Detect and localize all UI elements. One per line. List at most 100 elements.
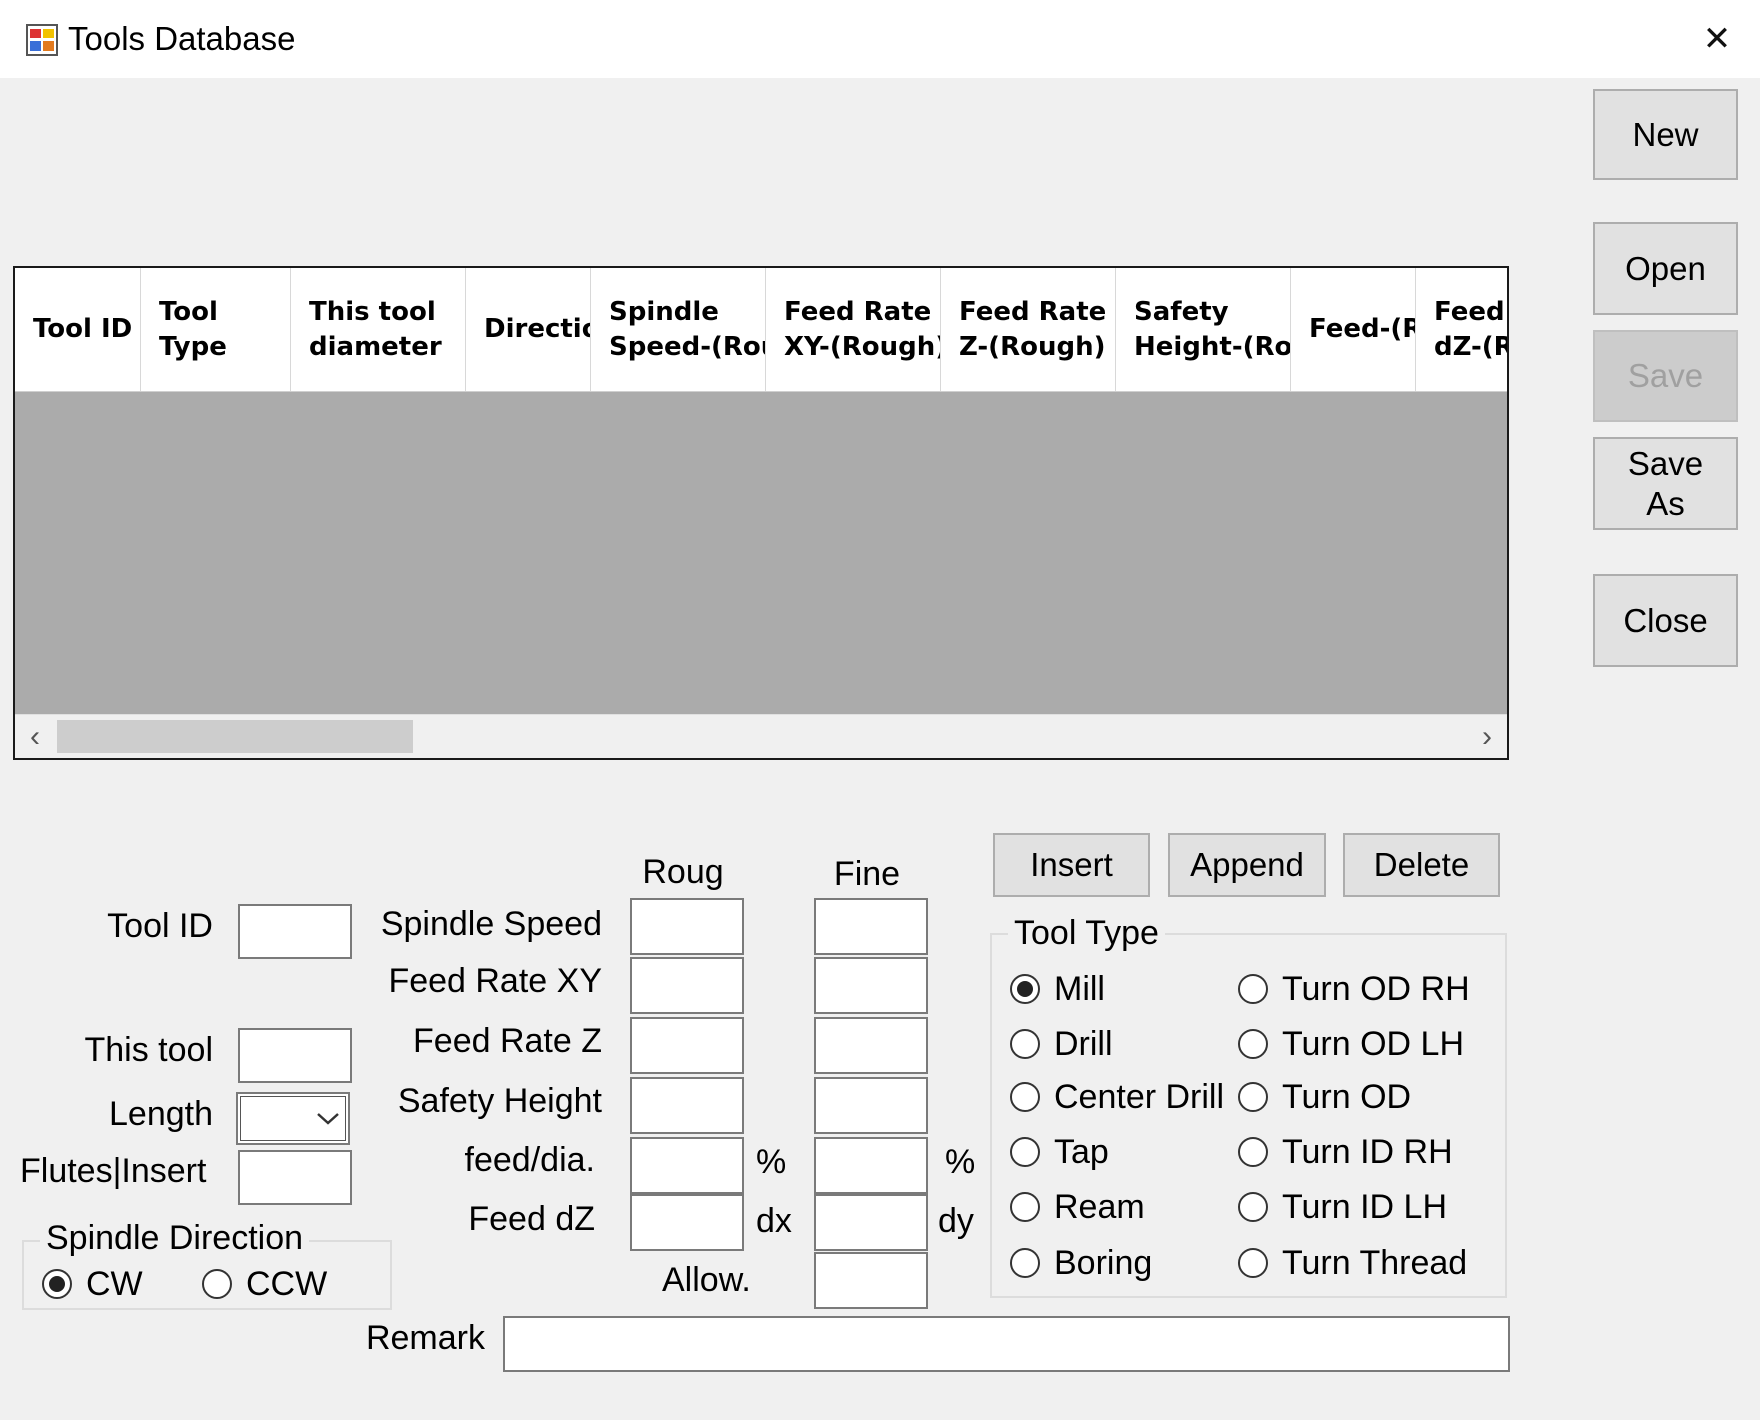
safety-height-rough-input[interactable] (630, 1077, 744, 1134)
radio-checked-icon (42, 1269, 72, 1299)
column-header-feed[interactable]: Feed-(R (1291, 268, 1416, 391)
radio-unchecked-icon (1010, 1248, 1040, 1278)
feed-rate-z-label: Feed Rate Z (413, 1022, 602, 1060)
flutes-insert-label: Flutes|Insert (20, 1152, 207, 1190)
column-header-tool-id[interactable]: Tool ID (15, 268, 141, 391)
save-as-button[interactable]: Save As (1593, 437, 1738, 530)
tools-data-grid[interactable]: Tool ID Tool Type This tool diameter Dir… (13, 266, 1509, 760)
column-header-feed-rate-xy[interactable]: Feed Rate XY-(Rough) (766, 268, 941, 391)
feed-dia-rough-input[interactable] (630, 1137, 744, 1194)
spindle-speed-label: Spindle Speed (380, 905, 602, 943)
scroll-right-icon[interactable]: › (1467, 715, 1507, 758)
feed-rate-xy-label: Feed Rate XY (388, 962, 602, 1000)
tool-type-ream-radio[interactable]: Ream (1010, 1187, 1145, 1227)
grid-header: Tool ID Tool Type This tool diameter Dir… (15, 268, 1507, 392)
save-button[interactable]: Save (1593, 330, 1738, 422)
tool-type-center-drill-radio[interactable]: Center Drill (1010, 1077, 1224, 1117)
column-header-feed-dz[interactable]: Feed dZ-(R (1416, 268, 1507, 391)
spindle-ccw-radio[interactable]: CCW (202, 1264, 327, 1304)
radio-unchecked-icon (1238, 1248, 1268, 1278)
tool-type-turn-od-lh-label: Turn OD LH (1282, 1025, 1465, 1063)
tool-type-ream-label: Ream (1054, 1188, 1145, 1226)
open-button[interactable]: Open (1593, 222, 1738, 315)
length-label: Length (109, 1095, 213, 1133)
tool-type-turn-od-label: Turn OD (1282, 1078, 1412, 1116)
tool-type-mill-radio[interactable]: Mill (1010, 969, 1105, 1009)
spindle-direction-legend: Spindle Direction (40, 1218, 310, 1258)
tool-type-turn-od-lh-radio[interactable]: Turn OD LH (1238, 1024, 1464, 1064)
feed-dz-fine-input[interactable] (814, 1194, 928, 1251)
tool-type-turn-id-lh-radio[interactable]: Turn ID LH (1238, 1187, 1447, 1227)
feed-dia-fine-input[interactable] (814, 1137, 928, 1194)
radio-unchecked-icon (1010, 1029, 1040, 1059)
tool-type-turn-id-rh-label: Turn ID RH (1282, 1133, 1453, 1171)
scroll-thumb[interactable] (57, 720, 413, 753)
feed-rate-xy-fine-input[interactable] (814, 957, 928, 1014)
tool-type-turn-od-rh-label: Turn OD RH (1282, 970, 1470, 1008)
safety-height-label: Safety Height (397, 1082, 602, 1120)
percent-rough-label: % (756, 1143, 787, 1181)
radio-unchecked-icon (1238, 1029, 1268, 1059)
remark-label: Remark (365, 1319, 485, 1357)
column-header-diameter[interactable]: This tool diameter (291, 268, 466, 391)
tool-type-legend: Tool Type (1008, 913, 1165, 953)
spindle-cw-radio[interactable]: CW (42, 1264, 143, 1304)
tool-type-tap-radio[interactable]: Tap (1010, 1132, 1109, 1172)
radio-unchecked-icon (1238, 974, 1268, 1004)
scroll-left-icon[interactable]: ‹ (15, 715, 55, 758)
spindle-cw-label: CW (86, 1265, 143, 1303)
spindle-speed-fine-input[interactable] (814, 898, 928, 955)
tool-type-boring-label: Boring (1054, 1244, 1153, 1282)
close-button[interactable]: Close (1593, 574, 1738, 667)
allow-label: Allow. (662, 1261, 751, 1299)
tool-type-turn-od-rh-radio[interactable]: Turn OD RH (1238, 969, 1470, 1009)
tool-id-label: Tool ID (107, 907, 213, 945)
horizontal-scrollbar[interactable]: ‹ › (15, 714, 1507, 758)
feed-dia-label: feed/dia. (464, 1141, 595, 1179)
column-header-safety-height[interactable]: Safety Height-(Rou (1116, 268, 1291, 391)
tool-type-turn-thread-label: Turn Thread (1282, 1244, 1468, 1282)
feed-rate-xy-rough-input[interactable] (630, 957, 744, 1014)
radio-unchecked-icon (1238, 1192, 1268, 1222)
feed-rate-z-fine-input[interactable] (814, 1017, 928, 1074)
title-bar: Tools Database ✕ (0, 0, 1760, 78)
feed-rate-z-rough-input[interactable] (630, 1017, 744, 1074)
spindle-speed-rough-input[interactable] (630, 898, 744, 955)
safety-height-fine-input[interactable] (814, 1077, 928, 1134)
tool-type-turn-od-radio[interactable]: Turn OD (1238, 1077, 1411, 1117)
tool-type-center-drill-label: Center Drill (1054, 1078, 1225, 1116)
dy-label: dy (938, 1202, 974, 1240)
column-header-tool-type[interactable]: Tool Type (141, 268, 291, 391)
remark-input[interactable] (503, 1316, 1510, 1372)
close-icon[interactable]: ✕ (1692, 16, 1742, 62)
new-button[interactable]: New (1593, 89, 1738, 180)
feed-dz-rough-input[interactable] (630, 1194, 744, 1251)
append-button[interactable]: Append (1168, 833, 1326, 897)
column-header-direction[interactable]: Directio (466, 268, 591, 391)
radio-checked-icon (1010, 974, 1040, 1004)
this-tool-label: This tool (84, 1031, 214, 1069)
tool-type-drill-radio[interactable]: Drill (1010, 1024, 1113, 1064)
tool-type-drill-label: Drill (1054, 1025, 1113, 1063)
tool-type-turn-id-lh-label: Turn ID LH (1282, 1188, 1448, 1226)
allow-fine-input[interactable] (814, 1252, 928, 1309)
radio-unchecked-icon (1238, 1082, 1268, 1112)
fine-column-header: Fine (833, 855, 901, 893)
database-app-icon (26, 24, 58, 56)
window-title: Tools Database (68, 20, 296, 57)
column-header-spindle-speed[interactable]: Spindle Speed-(Rou (591, 268, 766, 391)
radio-unchecked-icon (1010, 1192, 1040, 1222)
tool-type-turn-thread-radio[interactable]: Turn Thread (1238, 1243, 1467, 1283)
column-header-feed-rate-z[interactable]: Feed Rate Z-(Rough) (941, 268, 1116, 391)
delete-button[interactable]: Delete (1343, 833, 1500, 897)
tool-type-tap-label: Tap (1054, 1133, 1109, 1171)
radio-unchecked-icon (1010, 1137, 1040, 1167)
rough-column-header: Roug (642, 853, 724, 891)
dx-label: dx (756, 1202, 792, 1240)
radio-unchecked-icon (1238, 1137, 1268, 1167)
tool-type-turn-id-rh-radio[interactable]: Turn ID RH (1238, 1132, 1453, 1172)
percent-fine-label: % (945, 1143, 976, 1181)
spindle-ccw-label: CCW (246, 1265, 328, 1303)
insert-button[interactable]: Insert (993, 833, 1150, 897)
tool-type-boring-radio[interactable]: Boring (1010, 1243, 1152, 1283)
